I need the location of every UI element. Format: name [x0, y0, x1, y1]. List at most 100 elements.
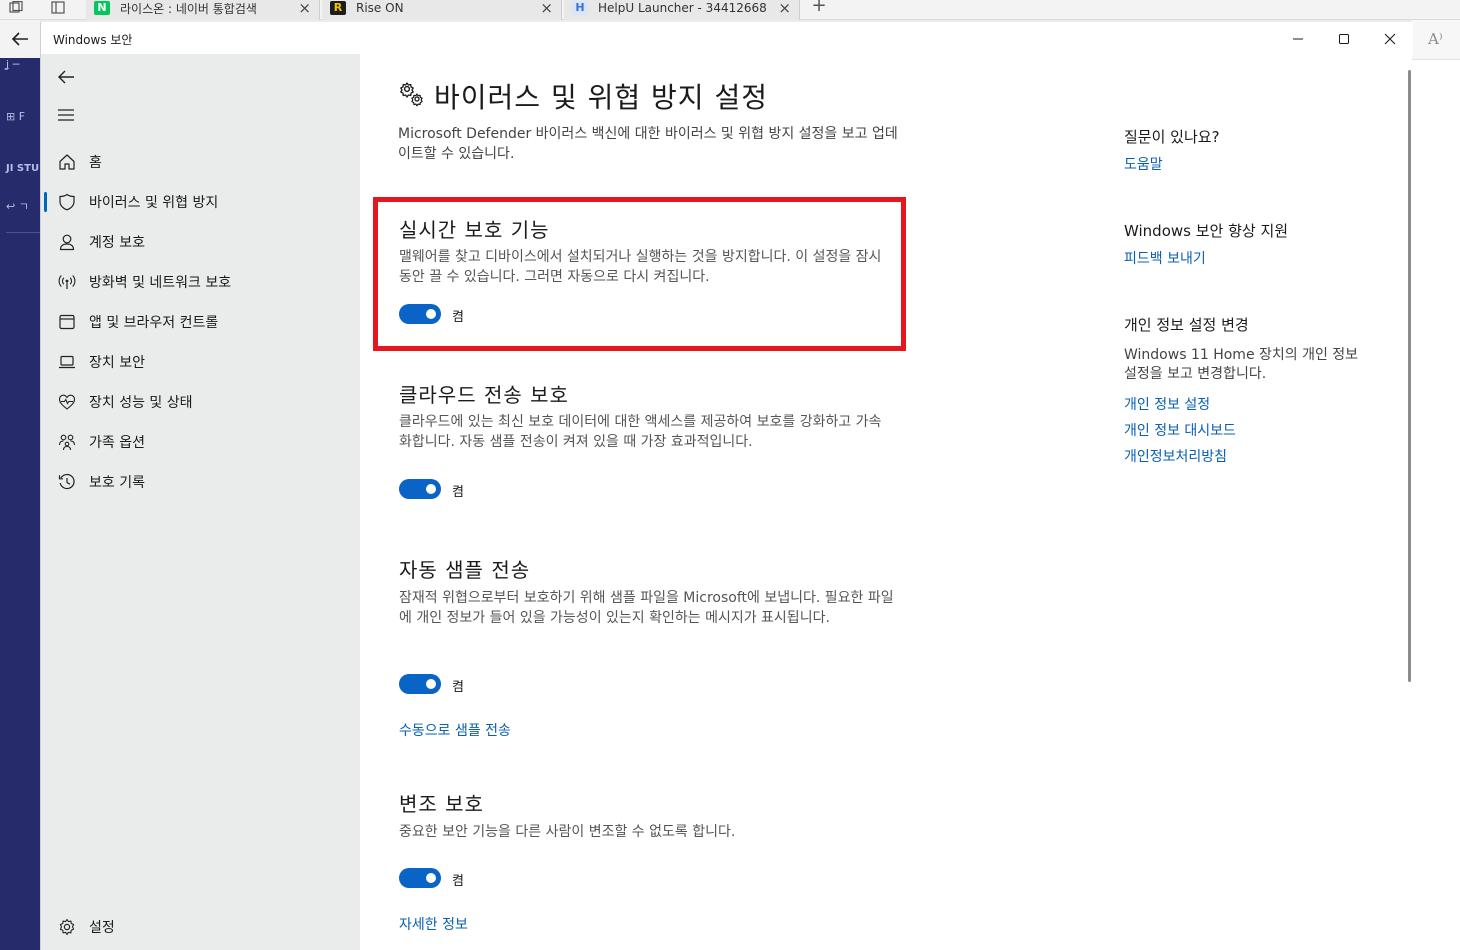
- page-fragment-divider: [6, 232, 40, 233]
- section-description: 중요한 보안 기능을 다른 사람이 변조할 수 없도록 합니다.: [399, 824, 736, 840]
- improve-heading: Windows 보안 향상 지원: [1124, 222, 1289, 240]
- sidebar-item-label: 가족 옵션: [89, 435, 145, 451]
- browser-toolbar-right: A⁾: [1412, 20, 1460, 950]
- section-title-cloud-protection: 클라우드 전송 보호: [399, 383, 569, 407]
- naver-favicon-icon: N: [94, 1, 110, 15]
- sidebar-item-settings[interactable]: 설정: [41, 909, 360, 945]
- sidebar-item-label: 장치 보안: [89, 355, 145, 371]
- arrow-left-icon: [58, 70, 74, 84]
- sidebar-item-label: 앱 및 브라우저 컨트롤: [89, 315, 219, 331]
- learn-more-link[interactable]: 자세한 정보: [399, 914, 468, 934]
- tab-actions-icon[interactable]: [50, 0, 68, 14]
- rise-on-favicon-icon: R: [330, 1, 346, 15]
- page-title: 바이러스 및 위협 방지 설정: [434, 81, 768, 114]
- sidebar-item-device-security[interactable]: 장치 보안: [41, 344, 360, 380]
- vertical-scrollbar[interactable]: [1408, 70, 1411, 682]
- tamper-protection-toggle[interactable]: [399, 868, 441, 888]
- help-link[interactable]: 도움말: [1124, 154, 1163, 174]
- toggle-state-label: 켬: [452, 485, 464, 500]
- heart-pulse-icon: [49, 393, 85, 411]
- back-button[interactable]: [51, 64, 81, 90]
- cloud-protection-toggle[interactable]: [399, 479, 441, 499]
- page-description: Microsoft Defender 바이러스 백신에 대한 바이러스 및 위협…: [398, 126, 898, 162]
- browser-page-left-strip: ʝ ─ ⊞ F JI STU ↩ ㄱ: [0, 20, 40, 950]
- question-heading: 질문이 있나요?: [1124, 128, 1220, 146]
- close-tab-icon[interactable]: ×: [540, 0, 553, 17]
- submit-sample-manually-link[interactable]: 수동으로 샘플 전송: [399, 720, 511, 740]
- sidebar-item-family-options[interactable]: 가족 옵션: [41, 424, 360, 460]
- toggle-knob: [426, 484, 436, 494]
- family-icon: [49, 433, 85, 451]
- section-title-tamper-protection: 변조 보호: [399, 792, 484, 816]
- sidebar-item-account-protection[interactable]: 계정 보호: [41, 224, 360, 260]
- send-feedback-link[interactable]: 피드백 보내기: [1124, 248, 1206, 268]
- close-icon: [1384, 33, 1396, 45]
- maximize-button[interactable]: [1321, 26, 1367, 52]
- sidebar-item-home[interactable]: 홈: [41, 144, 360, 180]
- browser-back-button[interactable]: [0, 20, 40, 58]
- main-content: 바이러스 및 위협 방지 설정 Microsoft Defender 바이러스 …: [360, 54, 1405, 950]
- person-icon: [49, 233, 85, 251]
- new-tab-button[interactable]: +: [808, 0, 830, 16]
- sidebar-item-firewall-network[interactable]: 방화벽 및 네트워크 보호: [41, 264, 360, 300]
- browser-tab[interactable]: R Rise ON ×: [322, 0, 562, 20]
- browser-tab-title: Rise ON: [356, 1, 404, 15]
- read-aloud-icon[interactable]: A⁾: [1428, 30, 1443, 48]
- app-window-icon: [49, 313, 85, 331]
- privacy-settings-link[interactable]: 개인 정보 설정: [1124, 394, 1210, 414]
- browser-address-bar-edge: A⁾: [1412, 20, 1460, 60]
- section-title-real-time-protection: 실시간 보호 기능: [399, 218, 550, 242]
- sidebar-item-label: 보호 기록: [89, 475, 145, 491]
- privacy-dashboard-link[interactable]: 개인 정보 대시보드: [1124, 420, 1236, 440]
- arrow-left-icon: [11, 32, 28, 46]
- sidebar-item-label: 방화벽 및 네트워크 보호: [89, 275, 232, 291]
- sidebar-item-virus-threat-protection[interactable]: 바이러스 및 위협 방지: [41, 184, 360, 220]
- minimize-button[interactable]: [1275, 26, 1321, 52]
- windows-security-window: Windows 보안 홈 바이러스 및 위협 방지 계정 보호 방화벽 및 네트…: [40, 22, 1413, 950]
- section-description: 맬웨어를 찾고 디바이스에서 설치되거나 실행하는 것을 방지합니다. 이 설정…: [399, 249, 882, 285]
- minimize-icon: [1293, 38, 1303, 40]
- browser-tab-strip: N 라이스온 : 네이버 통합검색 × R Rise ON × H HelpU …: [0, 0, 1460, 20]
- page-header: 바이러스 및 위협 방지 설정: [398, 76, 768, 116]
- title-bar: Windows 보안: [41, 22, 1413, 54]
- sidebar-item-label: 바이러스 및 위협 방지: [89, 195, 219, 211]
- section-description: 클라우드에 있는 최신 보호 데이터에 대한 액세스를 제공하여 보호를 강화하…: [399, 414, 882, 450]
- helpu-favicon-icon: H: [572, 1, 588, 15]
- toggle-knob: [426, 679, 436, 689]
- sidebar-item-protection-history[interactable]: 보호 기록: [41, 464, 360, 500]
- app-title: Windows 보안: [53, 33, 133, 47]
- toggle-knob: [426, 873, 436, 883]
- settings-gears-icon: [398, 80, 426, 112]
- hamburger-menu-icon: [58, 109, 74, 121]
- close-button[interactable]: [1367, 26, 1413, 52]
- section-description: 잠재적 위협으로부터 보호하기 위해 샘플 파일을 Microsoft에 보냅니…: [399, 590, 894, 626]
- menu-button[interactable]: [51, 102, 81, 128]
- selection-indicator: [44, 192, 47, 212]
- shield-icon: [49, 193, 85, 211]
- home-icon: [49, 153, 85, 171]
- toggle-state-label: 켬: [452, 874, 464, 889]
- page-fragment-text: ↩ ㄱ: [6, 200, 29, 213]
- settings-label: 설정: [89, 920, 115, 936]
- toggle-knob: [426, 309, 436, 319]
- page-fragment-text: JI STU: [6, 163, 40, 174]
- history-icon: [49, 473, 85, 491]
- sidebar-item-app-browser-control[interactable]: 앱 및 브라우저 컨트롤: [41, 304, 360, 340]
- page-fragment-text: ʝ ─: [6, 58, 20, 71]
- sidebar-item-device-performance[interactable]: 장치 성능 및 상태: [41, 384, 360, 420]
- sidebar-item-label: 홈: [89, 155, 102, 171]
- page-fragment-text: ⊞ F: [6, 110, 26, 123]
- antenna-icon: [49, 273, 85, 291]
- browser-tab[interactable]: H HelpU Launcher - 34412668 ×: [564, 0, 800, 20]
- sample-submission-toggle[interactable]: [399, 674, 441, 694]
- close-tab-icon[interactable]: ×: [298, 0, 311, 17]
- privacy-policy-link[interactable]: 개인정보처리방침: [1124, 446, 1227, 466]
- browser-tab-title: HelpU Launcher - 34412668: [598, 1, 767, 15]
- real-time-protection-toggle[interactable]: [399, 304, 441, 324]
- toggle-state-label: 켬: [452, 310, 464, 325]
- maximize-icon: [1339, 34, 1349, 44]
- workspaces-icon[interactable]: [8, 0, 26, 14]
- close-tab-icon[interactable]: ×: [778, 0, 791, 17]
- browser-tab[interactable]: N 라이스온 : 네이버 통합검색 ×: [86, 0, 320, 20]
- browser-tab-title: 라이스온 : 네이버 통합검색: [120, 1, 257, 16]
